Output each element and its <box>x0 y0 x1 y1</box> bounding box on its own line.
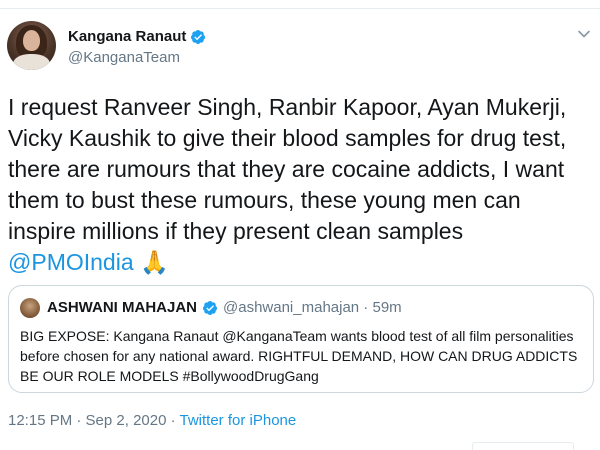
folded-hands-emoji: 🙏 <box>140 249 169 275</box>
quoted-author-avatar[interactable] <box>20 298 40 318</box>
verified-badge-icon <box>191 29 206 44</box>
tweet-text-line: them to bust these rumours, these young … <box>8 187 521 213</box>
quoted-tweet-header: ASHWANI MAHAJAN @ashwani_mahajan · 59m <box>47 299 402 316</box>
quoted-tweet-text: BIG EXPOSE: Kangana Ranaut @KanganaTeam … <box>20 328 578 384</box>
author-name-row[interactable]: Kangana Ranaut <box>68 28 206 45</box>
quoted-author-display-name[interactable]: ASHWANI MAHAJAN <box>47 299 197 316</box>
chevron-down-icon[interactable] <box>576 26 592 42</box>
author-avatar[interactable] <box>7 21 56 70</box>
tweet-text-line: inspire millions if they present clean s… <box>8 218 464 244</box>
tweet-text-line: I request Ranveer Singh, Ranbir Kapoor, … <box>8 94 567 120</box>
quoted-tweet[interactable]: ASHWANI MAHAJAN @ashwani_mahajan · 59m B… <box>8 285 594 393</box>
quoted-author-handle-time[interactable]: @ashwani_mahajan · 59m <box>223 299 402 316</box>
author-handle[interactable]: @KanganaTeam <box>68 49 180 66</box>
avatar-face <box>23 30 40 51</box>
author-display-name[interactable]: Kangana Ranaut <box>68 28 186 45</box>
tweet-card: Kangana Ranaut @KanganaTeam I request Ra… <box>0 0 600 450</box>
avatar-body <box>13 54 50 70</box>
verified-badge-icon <box>202 300 217 315</box>
tweet-text-line: Vicky Kaushik to give their blood sample… <box>8 125 567 151</box>
tweet-timestamp-row: 12:15 PM · Sep 2, 2020 · Twitter for iPh… <box>8 412 296 429</box>
tweet-text-line: there are rumours that they are cocaine … <box>8 156 565 182</box>
tweet-timestamp[interactable]: 12:15 PM · Sep 2, 2020 · <box>8 412 180 429</box>
mention-link[interactable]: @PMOIndia <box>8 249 134 275</box>
tweet-source-link[interactable]: Twitter for iPhone <box>180 412 297 429</box>
tweet-text: I request Ranveer Singh, Ranbir Kapoor, … <box>8 92 598 278</box>
partial-element <box>472 442 574 450</box>
divider <box>0 8 600 9</box>
